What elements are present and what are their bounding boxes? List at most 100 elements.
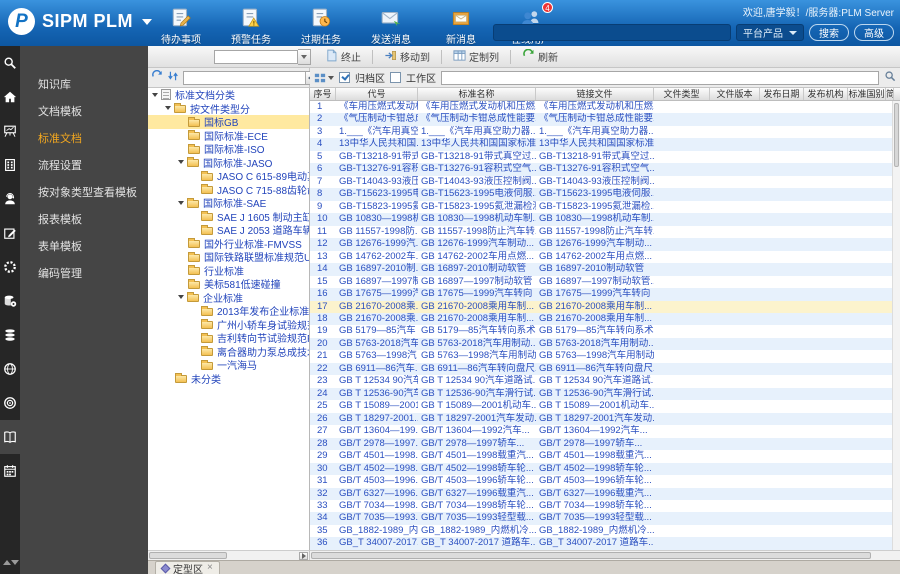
tree-expand-icon[interactable] [165, 106, 171, 111]
table-row[interactable]: 32 GB/T 6327—1996... GB/T 6327—1996载重汽... G… [310, 487, 892, 500]
code-cell[interactable]: 《车用压燃式发动机... [336, 101, 418, 113]
collapse-up-icon[interactable] [3, 560, 11, 565]
home-icon[interactable] [0, 80, 20, 114]
sidebar-item-编码管理[interactable]: 编码管理 [20, 261, 148, 288]
file-cell[interactable]: 1.___《汽车用真空助力器... [536, 126, 654, 138]
table-row[interactable]: 13 GB 14762-2002车... GB 14762-2002车用点燃... G… [310, 251, 892, 263]
name-cell[interactable]: GB/T 7034—1998轿车轮... [418, 500, 536, 512]
tree-node[interactable]: 按文件类型分 [148, 102, 309, 115]
table-row[interactable]: 30 GB/T 4502—1998... GB/T 4502—1998轿车轮... G… [310, 462, 892, 476]
global-search-input[interactable] [493, 24, 731, 41]
file-cell[interactable]: GB/T 6327—1996载重汽... [536, 488, 654, 500]
tree-expand-icon[interactable] [152, 92, 158, 97]
table-row[interactable]: 12 GB 12676-1999汽... GB 12676-1999汽车制动... G… [310, 238, 892, 251]
code-cell[interactable]: GB_T 34007-2017... [336, 537, 418, 549]
scroll-right-button[interactable] [299, 552, 308, 560]
tree-node[interactable]: 行业标准 [148, 264, 309, 277]
tree-node[interactable]: SAE J 1605 制动主缸储油罐性能 [148, 210, 309, 223]
name-cell[interactable]: GB 16897—1997制动软管 [418, 276, 536, 288]
sidebar-item-文档模板[interactable]: 文档模板 [20, 99, 148, 126]
tree-node[interactable]: 企业标准 [148, 291, 309, 304]
file-cell[interactable]: GB 5179—85汽车转向系术... [536, 325, 654, 337]
name-cell[interactable]: GB 5179—85汽车转向系术 [418, 325, 536, 337]
columns-button[interactable]: 定制列 [447, 46, 505, 68]
name-cell[interactable]: GB/T 4501—1998载重汽... [418, 450, 536, 462]
code-cell[interactable]: GB_1882-1989_内... [336, 525, 418, 537]
name-cell[interactable]: GB-T13276-91容积式空气... [418, 163, 536, 175]
table-row[interactable]: 14 GB 16897-2010制... GB 16897-2010制动软管 GB 1… [310, 263, 892, 276]
collapse-down-icon[interactable] [11, 560, 19, 565]
table-horizontal-scrollbar[interactable] [310, 550, 900, 560]
table-row[interactable]: 31 GB/T 4503—1996... GB/T 4503—1996轿车轮... G… [310, 475, 892, 487]
table-row[interactable]: 36 GB_T 34007-2017... GB_T 34007-2017 道路车.… [310, 537, 892, 550]
code-cell[interactable]: GB/T 4502—1998... [336, 463, 418, 475]
table-row[interactable]: 9 GB-T15823-1995氦...GB-T15823-1995氦泄漏检测GB… [310, 201, 892, 213]
code-cell[interactable]: GB 21670-2008乘... [336, 313, 418, 325]
column-header-8[interactable]: 发布机构 [804, 88, 848, 100]
tree-node[interactable]: 国际标准-ISO [148, 142, 309, 156]
code-cell[interactable]: GB T 12536-90汽车... [336, 388, 418, 400]
code-cell[interactable]: GB/T 4503—1996... [336, 475, 418, 487]
combo-dropdown-button[interactable] [298, 48, 311, 65]
search-icon[interactable] [0, 46, 20, 80]
sidebar-item-按对象类型查看模板[interactable]: 按对象类型查看模板 [20, 180, 148, 207]
table-row[interactable]: 7GB-T14043-93液压...GB-T14043-93液压控制阀...GB… [310, 176, 892, 188]
tree-horizontal-scrollbar[interactable] [148, 550, 310, 560]
table-row[interactable]: 26 GB T 18297-2001... GB T 18297-2001汽车发动.… [310, 412, 892, 426]
globe-icon[interactable] [0, 352, 20, 386]
table-row[interactable]: 23GB T 12534 90汽车...GB T 12534 90汽车道路试..… [310, 375, 892, 387]
column-header-9[interactable]: 标准国别 [848, 88, 886, 100]
file-cell[interactable]: GB 16897-2010制动软管 [536, 263, 654, 275]
table-row[interactable]: 35 GB_1882-1989_内... GB_1882-1989_内燃机冷... G… [310, 525, 892, 537]
table-row[interactable]: 18 GB 21670-2008乘... GB 21670-2008乘用车制... G… [310, 312, 892, 326]
tree-node[interactable]: 一汽海马 [148, 358, 309, 372]
code-cell[interactable]: GB 21670-2008乘... [336, 301, 418, 313]
target-icon[interactable] [0, 386, 20, 420]
tree-node[interactable]: SAE J 2053 道路车辆制动主缸 [148, 223, 309, 237]
file-cell[interactable]: GB 6911—86汽车转向盘尺... [536, 363, 654, 375]
file-cell[interactable]: GB/T 7034—1998轿车轮... [536, 500, 654, 512]
name-cell[interactable]: GB 5763-2018汽车用制动... [418, 338, 536, 350]
file-cell[interactable]: GB-T15623-1995电液伺服... [536, 188, 654, 200]
file-cell[interactable]: GB-T13276-91容积式空气... [536, 163, 654, 175]
column-header-6[interactable]: 文件版本 [710, 88, 760, 100]
terminate-button[interactable]: 终止 [319, 46, 367, 68]
name-cell[interactable]: GB_1882-1989_内燃机冷... [418, 525, 536, 537]
building-icon[interactable] [0, 148, 20, 182]
name-cell[interactable]: GB/T 4503—1996轿车轮... [418, 475, 536, 487]
name-cell[interactable]: 1.___《汽车用真空助力器... [418, 126, 536, 138]
tree-node[interactable]: 国际铁路联盟标准规范UIC [148, 250, 309, 264]
code-cell[interactable]: GB/T 13604—199... [336, 425, 418, 437]
tree-refresh-icon[interactable] [151, 69, 163, 87]
file-cell[interactable]: GB/T 4503—1996轿车轮... [536, 475, 654, 487]
table-row[interactable]: 24GB T 12536-90汽车...GB T 12536-90汽车滑行试..… [310, 387, 892, 401]
code-cell[interactable]: GB-T14043-93液压... [336, 176, 418, 188]
name-cell[interactable]: GB/T 13604—1992汽车... [418, 425, 536, 437]
tree-node[interactable]: 2013年发布企业标准 [148, 304, 309, 318]
tree-expand-icon[interactable] [178, 200, 184, 205]
file-cell[interactable]: GB 5763-2018汽车用制动... [536, 338, 654, 350]
file-cell[interactable]: GB/T 4502—1998轿车轮... [536, 463, 654, 475]
tree-node[interactable]: 国外行业标准-FMVSS [148, 237, 309, 250]
file-cell[interactable]: GB-T15823-1995氦泄漏检... [536, 201, 654, 213]
table-row[interactable]: 8GB-T15623-1995电...GB-T15623-1995电液伺服...… [310, 188, 892, 201]
code-cell[interactable]: GB 5179—85汽车 [336, 325, 418, 337]
column-header-4[interactable]: 链接文件 [536, 88, 654, 100]
column-header-10[interactable]: 简介 [886, 88, 894, 100]
table-vertical-scrollbar[interactable] [892, 101, 900, 550]
search-scope-dropdown[interactable]: 平台产品 [736, 24, 804, 41]
scrollbar-thumb[interactable] [894, 103, 899, 167]
tree-search-input[interactable] [184, 72, 305, 83]
tree-node[interactable]: 离合器助力泵总成技术条件 [148, 345, 309, 358]
name-cell[interactable]: 《车用压燃式发动机和压燃... [418, 101, 536, 113]
code-cell[interactable]: GB-T15623-1995电... [336, 188, 418, 200]
name-cell[interactable]: GB 21670-2008乘用车制... [418, 301, 536, 313]
table-row[interactable]: 28 GB/T 2978—1997... GB/T 2978—1997轿车... GB… [310, 437, 892, 451]
table-row[interactable]: 6GB-T13276-91容积...GB-T13276-91容积式空气...GB… [310, 163, 892, 176]
file-cell[interactable]: GB T 15089—2001机动车... [536, 400, 654, 412]
file-cell[interactable]: GB/T 2978—1997轿车... [536, 438, 654, 450]
table-row[interactable]: 10GB 10830—1998机...GB 10830—1998机动车制...G… [310, 213, 892, 226]
app-logo[interactable]: P SIPM PLM [8, 8, 153, 35]
name-cell[interactable]: GB 14762-2002车用点燃... [418, 251, 536, 263]
table-row[interactable]: 19 GB 5179—85汽车 GB 5179—85汽车转向系术 GB 5179—85… [310, 325, 892, 337]
